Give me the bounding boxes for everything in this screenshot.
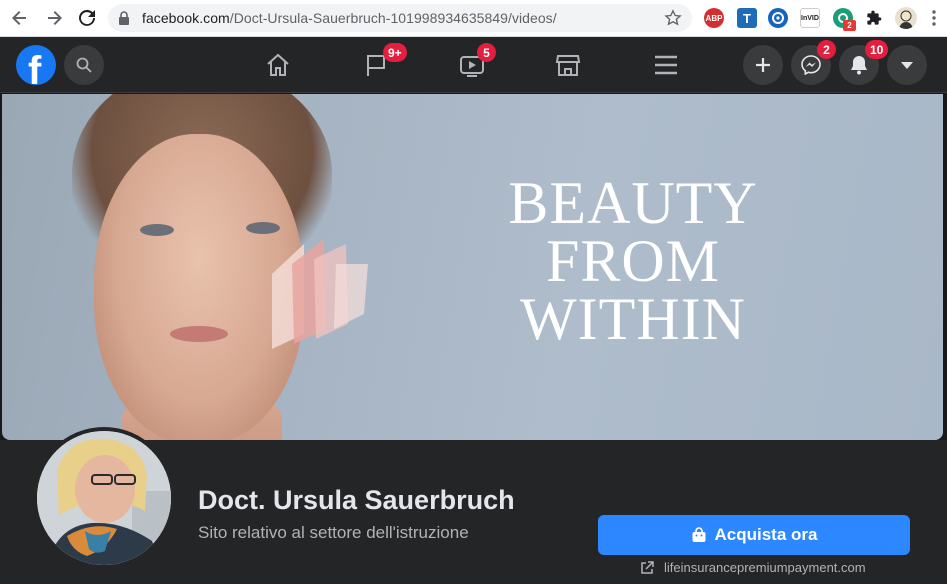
blue-extension-icon[interactable] — [768, 8, 788, 28]
headline-line-1: BEAUTY — [508, 170, 758, 236]
puzzle-icon — [867, 10, 882, 25]
adblock-extension-icon[interactable]: ABP — [704, 8, 724, 28]
browser-toolbar: facebook.com/Doct-Ursula-Sauerbruch-1019… — [0, 0, 947, 37]
shop-now-label: Acquista ora — [714, 525, 818, 544]
profile-avatar[interactable] — [895, 7, 917, 29]
external-link-icon — [641, 560, 654, 574]
bell-icon — [851, 56, 867, 75]
back-button[interactable] — [8, 7, 32, 29]
caret-down-icon — [901, 62, 913, 69]
shopping-bag-icon — [692, 527, 705, 542]
cover-lips — [170, 326, 228, 342]
reload-icon — [79, 9, 95, 26]
search-button[interactable] — [64, 45, 104, 85]
home-icon — [267, 53, 289, 76]
reload-button[interactable] — [75, 7, 99, 29]
t-extension-label: T — [743, 10, 751, 26]
shop-now-button[interactable]: Acquista ora — [598, 515, 910, 555]
search-icon — [76, 57, 92, 73]
account-menu-button[interactable] — [887, 45, 927, 85]
hamburger-menu-icon — [655, 55, 677, 75]
facebook-logo[interactable]: f — [16, 45, 56, 85]
forward-arrow-icon — [48, 11, 62, 25]
facebook-f-icon: f — [28, 49, 42, 85]
back-arrow-icon — [12, 11, 26, 25]
cover-headline: BEAUTY FROM WITHIN — [502, 170, 764, 352]
marketplace-nav-button[interactable] — [552, 49, 584, 81]
kebab-menu-icon — [932, 10, 936, 26]
pages-badge: 9+ — [383, 43, 407, 62]
menu-nav-button[interactable] — [650, 49, 682, 81]
cover-photo[interactable]: BEAUTY FROM WITHIN — [2, 94, 943, 440]
website-link[interactable]: lifeinsurancepremiumpayment.com — [640, 560, 866, 575]
website-url: lifeinsurancepremiumpayment.com — [664, 560, 866, 575]
messenger-icon — [801, 55, 821, 75]
create-button[interactable] — [743, 45, 783, 85]
profile-person-illustration — [37, 431, 171, 565]
url-host: facebook.com — [142, 10, 230, 26]
t-extension-icon[interactable]: T — [737, 8, 757, 28]
lock-icon — [119, 11, 129, 25]
compass-icon — [772, 12, 784, 24]
adblock-label: ABP — [705, 13, 723, 23]
messenger-badge: 2 — [817, 40, 836, 59]
address-bar[interactable]: facebook.com/Doct-Ursula-Sauerbruch-1019… — [108, 4, 692, 32]
profile-photo — [37, 431, 171, 565]
invid-extension-icon[interactable]: InVID — [800, 8, 820, 28]
green-extension-badge: 2 — [843, 20, 856, 31]
chrome-menu-button[interactable] — [922, 7, 946, 29]
profile-face-icon — [899, 10, 913, 29]
invid-label: InVID — [801, 14, 819, 22]
page-category: Sito relativo al settore dell'istruzione — [198, 523, 469, 542]
headline-line-3: WITHIN — [520, 286, 746, 352]
notifications-badge: 10 — [865, 40, 889, 59]
watch-badge: 5 — [477, 43, 496, 62]
url-path: /Doct-Ursula-Sauerbruch-101998934635849/… — [229, 10, 557, 26]
url-text: facebook.com/Doct-Ursula-Sauerbruch-1019… — [142, 10, 557, 26]
skin-layers-illustration — [272, 239, 368, 349]
plus-icon — [756, 58, 770, 72]
storefront-icon — [555, 55, 581, 76]
forward-button[interactable] — [42, 7, 66, 29]
home-nav-button[interactable] — [262, 49, 294, 81]
cover-right-eye — [246, 222, 280, 234]
page-title: Doct. Ursula Sauerbruch — [198, 485, 515, 515]
cover-left-eye — [140, 224, 174, 236]
puzzle-extensions-button[interactable] — [864, 8, 884, 28]
profile-picture[interactable] — [33, 427, 175, 569]
facebook-top-bar: f 9+ 5 2 10 — [0, 37, 947, 93]
bookmark-star-icon[interactable] — [664, 9, 682, 27]
headline-line-2: FROM — [545, 228, 721, 294]
